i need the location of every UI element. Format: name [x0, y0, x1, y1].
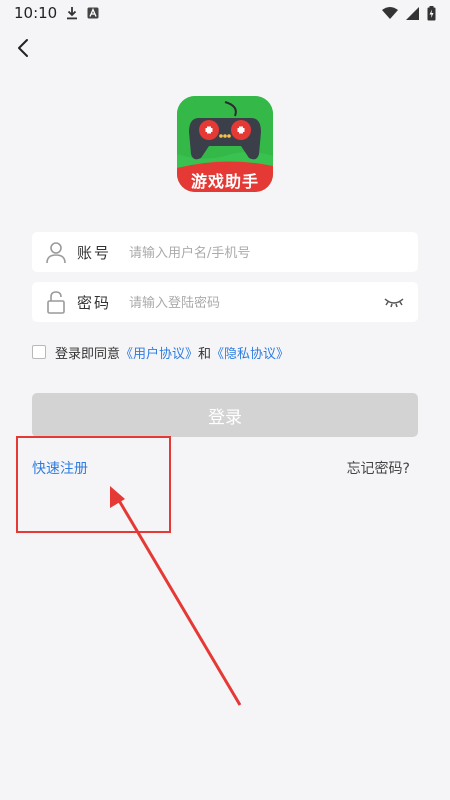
- account-input[interactable]: [127, 240, 381, 266]
- login-button[interactable]: 登录: [32, 393, 418, 437]
- signal-icon: [406, 6, 419, 20]
- agreement-and: 和: [198, 346, 212, 362]
- eye-closed-icon[interactable]: [384, 294, 404, 310]
- status-time: 10:10: [14, 4, 58, 22]
- forgot-password-link[interactable]: 忘记密码?: [347, 458, 410, 478]
- user-agreement-link[interactable]: 《用户协议》: [120, 347, 198, 362]
- password-input[interactable]: [127, 290, 381, 316]
- app-logo-text: 游戏助手: [190, 172, 259, 191]
- annotation-highlight-box: [16, 436, 171, 533]
- app-logo: 游戏助手: [177, 96, 273, 192]
- account-field[interactable]: 账号: [32, 232, 418, 272]
- user-icon: [46, 242, 66, 264]
- download-icon: [67, 7, 78, 20]
- password-field[interactable]: 密码: [32, 282, 418, 322]
- status-right: [382, 5, 436, 21]
- status-bar: 10:10: [0, 0, 450, 26]
- status-left: 10:10: [14, 4, 99, 22]
- lock-icon: [47, 291, 65, 314]
- back-arrow-icon[interactable]: [12, 36, 36, 60]
- privacy-policy-link[interactable]: 《隐私协议》: [211, 347, 289, 362]
- agreement-checkbox[interactable]: [32, 345, 46, 359]
- password-label: 密码: [77, 294, 112, 312]
- agreement-text: 登录即同意《用户协议》和《隐私协议》: [55, 343, 289, 362]
- account-label: 账号: [77, 244, 112, 262]
- a-box-icon: [87, 7, 99, 19]
- wifi-icon: [382, 7, 398, 19]
- battery-icon: [427, 5, 436, 20]
- agreement-prefix: 登录即同意: [55, 346, 121, 362]
- agreement-row: 登录即同意《用户协议》和《隐私协议》: [32, 343, 289, 362]
